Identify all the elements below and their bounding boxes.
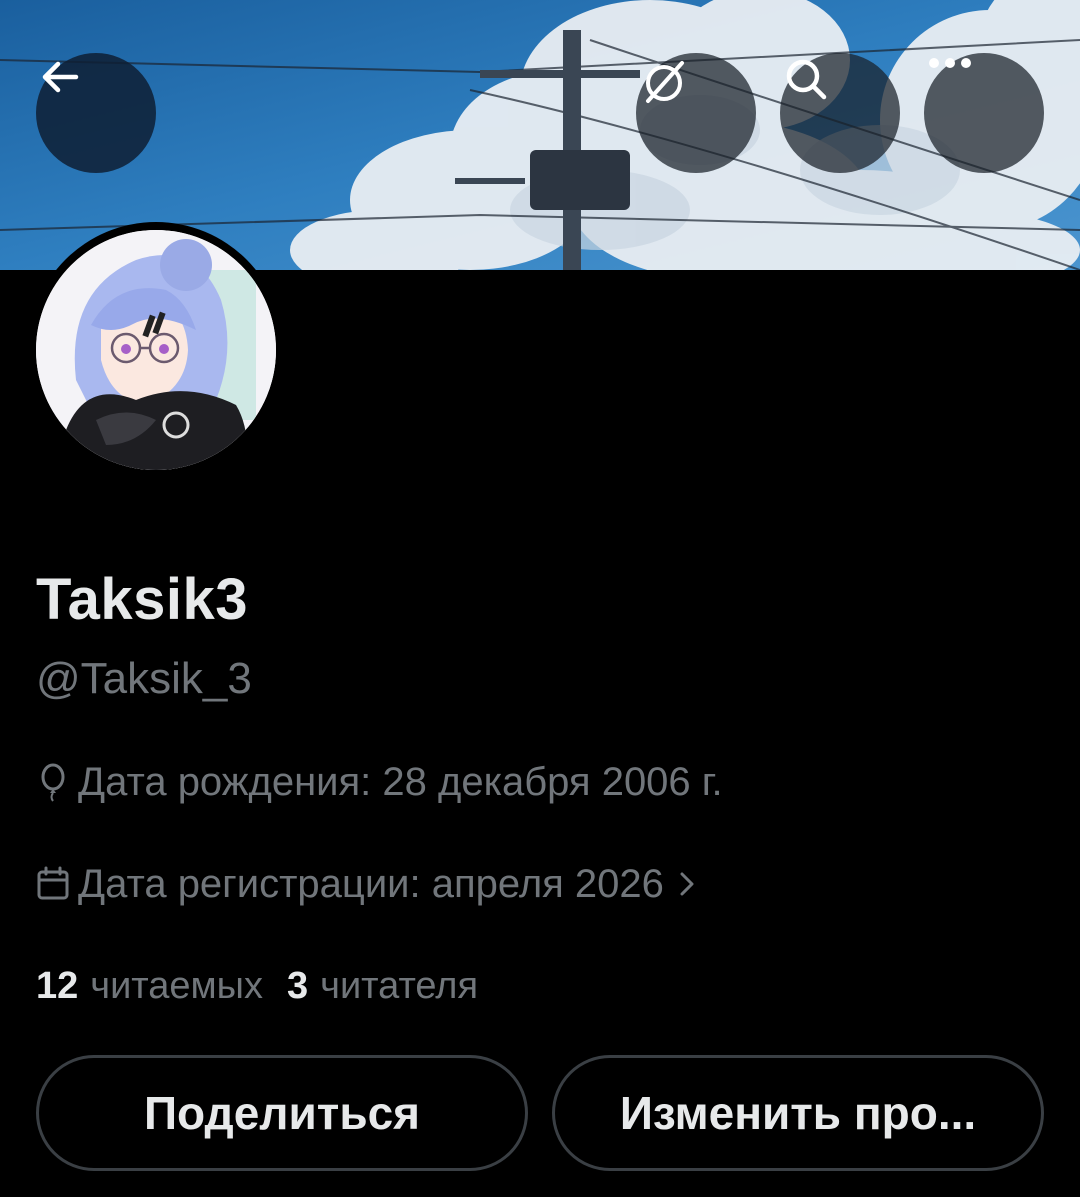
following-label: читаемых (90, 965, 263, 1007)
balloon-icon (41, 763, 65, 802)
avatar-image (36, 230, 276, 470)
search-button[interactable] (780, 53, 900, 173)
follow-stats: 12 читаемых 3 читателя (36, 965, 478, 1008)
username-handle: @Taksik_3 (36, 654, 252, 703)
display-name: Taksik3 (36, 567, 249, 632)
eye-slash-circle-icon (646, 61, 684, 103)
followers-label: читателя (320, 965, 479, 1007)
share-button[interactable]: Поделиться (36, 1055, 528, 1171)
arrow-left-icon (42, 61, 79, 93)
followers-link[interactable]: 3 читателя (287, 965, 478, 1008)
back-button[interactable] (36, 53, 156, 173)
avatar[interactable] (36, 230, 276, 470)
joined-row[interactable]: Дата регистрации: апреля 2026 (36, 854, 704, 914)
joined-text: Дата регистрации: апреля 2026 (78, 861, 664, 906)
more-button[interactable] (924, 53, 1044, 173)
hide-replies-button[interactable] (636, 53, 756, 173)
birthday-row: Дата рождения: 28 декабря 2006 г. (36, 752, 723, 812)
birthday-text: Дата рождения: 28 декабря 2006 г. (78, 759, 723, 804)
chevron-right-icon (680, 872, 694, 896)
more-horizontal-icon (929, 58, 971, 68)
followers-count: 3 (287, 965, 309, 1007)
calendar-icon (37, 866, 69, 900)
edit-profile-button[interactable]: Изменить про... (552, 1055, 1044, 1171)
search-icon (786, 59, 827, 100)
following-link[interactable]: 12 читаемых (36, 965, 263, 1008)
following-count: 12 (36, 965, 79, 1007)
